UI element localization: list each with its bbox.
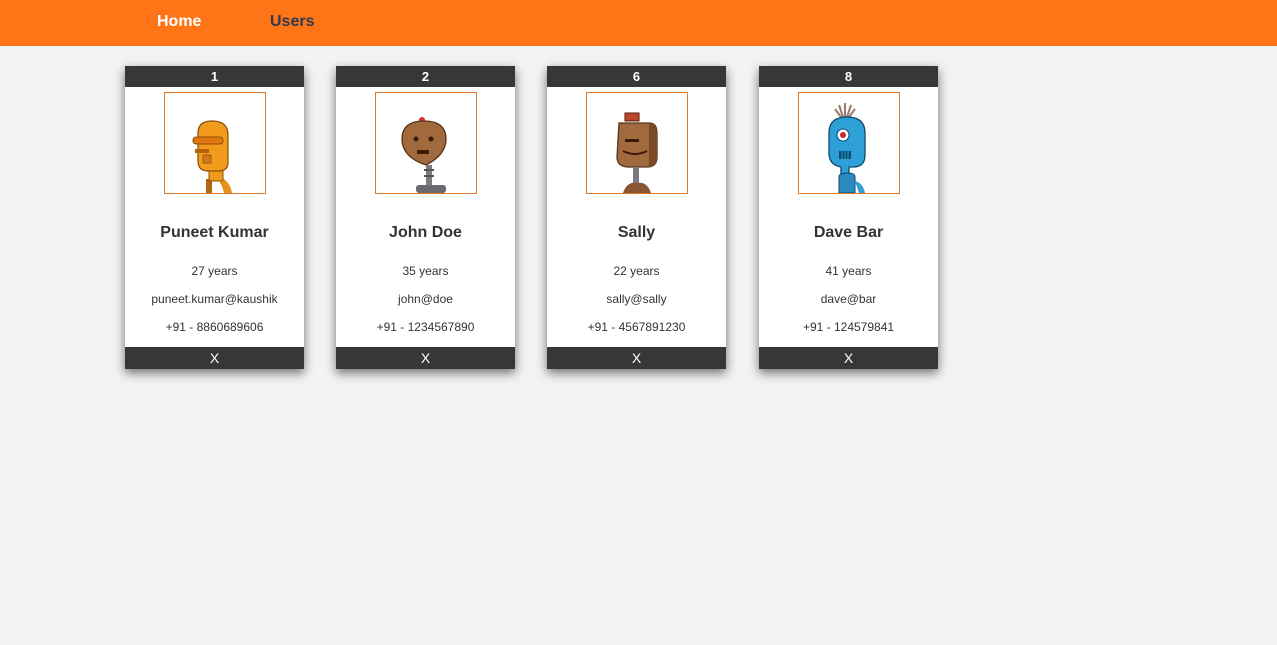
user-age: 35 years	[402, 264, 449, 278]
user-avatar	[164, 92, 266, 194]
nav-users-link[interactable]: Users	[270, 13, 314, 31]
user-email: john@doe	[398, 292, 453, 306]
user-avatar	[586, 92, 688, 194]
user-card: 6 Sally 22 years sally@sally +91 - 45678…	[547, 66, 726, 369]
user-id-header: 6	[547, 66, 726, 87]
user-card: 2 John Doe 35 years john@doe +91 - 12345…	[336, 66, 515, 369]
orange-robot-avatar	[192, 120, 232, 193]
user-phone: +91 - 124579841	[802, 320, 895, 334]
remove-user-button[interactable]: X	[125, 347, 304, 369]
blue-robot-avatar	[828, 103, 866, 193]
user-id-header: 8	[759, 66, 938, 87]
user-name: Puneet Kumar	[160, 224, 269, 241]
remove-user-button[interactable]: X	[759, 347, 938, 369]
top-navbar: Home Users	[0, 0, 1277, 46]
user-email: sally@sally	[606, 292, 667, 306]
user-id-header: 1	[125, 66, 304, 87]
user-phone: +91 - 1234567890	[376, 320, 475, 334]
user-id-header: 2	[336, 66, 515, 87]
user-phone: +91 - 4567891230	[587, 320, 686, 334]
user-age: 41 years	[825, 264, 872, 278]
user-card: 8 Dave Bar 41 years dave@bar +91 - 12457…	[759, 66, 938, 369]
user-card: 1 Puneet Kumar 27 years puneet.kumar@kau…	[125, 66, 304, 369]
nav-home-link[interactable]: Home	[157, 13, 201, 31]
user-age: 27 years	[191, 264, 238, 278]
remove-user-button[interactable]: X	[547, 347, 726, 369]
user-name: John Doe	[389, 224, 462, 241]
user-avatar	[375, 92, 477, 194]
user-email: puneet.kumar@kaushik	[151, 292, 278, 306]
remove-user-button[interactable]: X	[336, 347, 515, 369]
user-name: Dave Bar	[813, 224, 884, 241]
user-phone: +91 - 8860689606	[165, 320, 264, 334]
user-age: 22 years	[613, 264, 660, 278]
user-name: Sally	[617, 224, 656, 241]
brown-robot-avatar	[401, 117, 447, 193]
user-avatar	[798, 92, 900, 194]
brown-bucket-robot-avatar	[616, 112, 658, 193]
user-email: dave@bar	[820, 292, 877, 306]
